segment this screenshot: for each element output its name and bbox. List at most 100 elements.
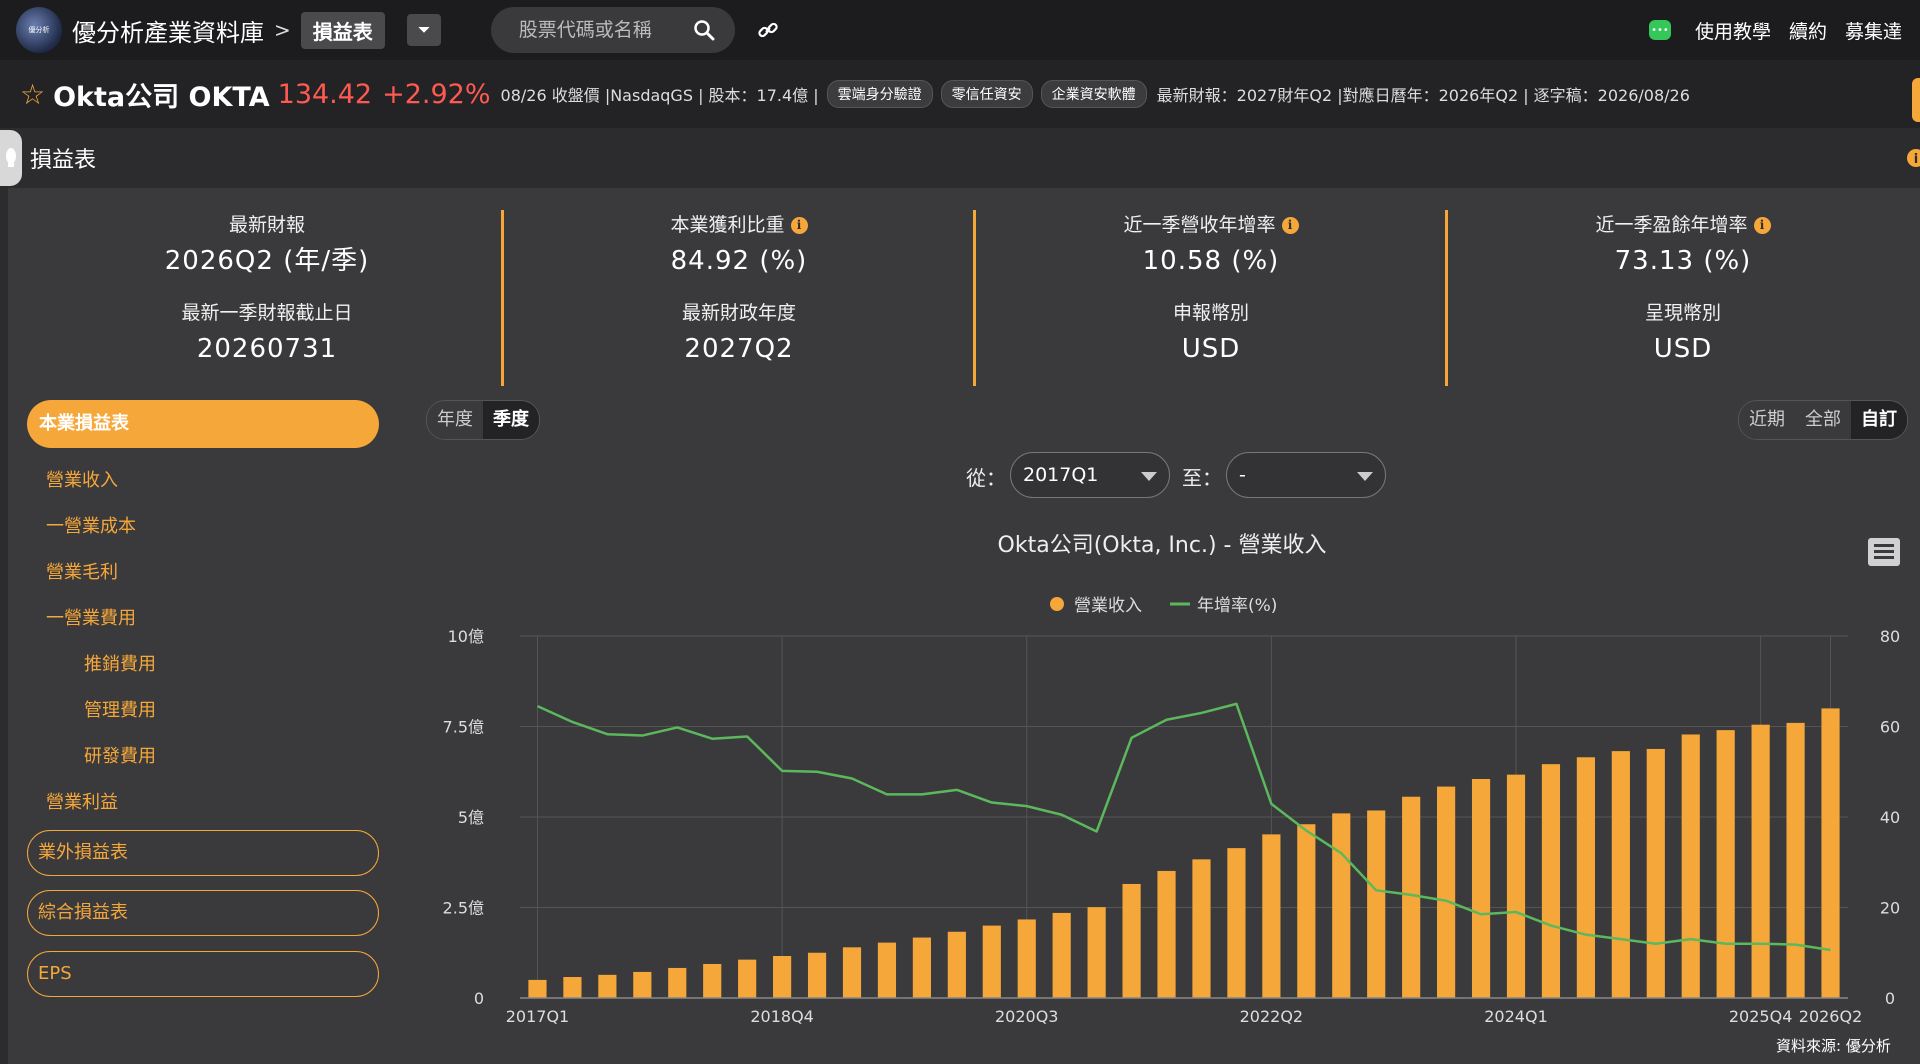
- svg-text:i: i: [1914, 152, 1918, 167]
- revenue-bar[interactable]: [842, 947, 862, 998]
- line-chat-icon[interactable]: •••: [1648, 20, 1671, 40]
- nav-eps[interactable]: EPS: [27, 951, 379, 997]
- stat-value: USD: [1653, 334, 1713, 364]
- industry-tag[interactable]: 零信任資安: [940, 80, 1033, 108]
- star-icon[interactable]: ☆: [20, 78, 45, 111]
- stat-label: 近一季盈餘年增率 i: [1448, 210, 1918, 240]
- side-panel-toggle[interactable]: [0, 130, 22, 186]
- revenue-bar[interactable]: [807, 952, 827, 998]
- y-left-tick-label: 2.5億: [443, 899, 484, 918]
- nav-item-gross-profit[interactable]: 營業毛利: [46, 558, 118, 584]
- revenue-bar[interactable]: [703, 963, 722, 998]
- brand-name[interactable]: 優分析產業資料庫: [72, 13, 264, 48]
- nav-item-operating-income[interactable]: 營業利益: [46, 788, 118, 814]
- revenue-bar[interactable]: [877, 942, 897, 998]
- breadcrumb-dropdown-button[interactable]: [406, 14, 441, 46]
- revenue-bar[interactable]: [668, 967, 687, 998]
- breadcrumb-current[interactable]: 損益表: [300, 11, 385, 49]
- revenue-bar[interactable]: [1017, 919, 1036, 998]
- stat-label: 近一季營收年增率 i: [976, 210, 1446, 240]
- revenue-bar[interactable]: [1332, 813, 1351, 998]
- stock-change: +2.92%: [382, 78, 491, 110]
- info-icon[interactable]: i: [1906, 148, 1920, 168]
- info-icon[interactable]: i: [1281, 217, 1299, 234]
- search-icon[interactable]: [693, 19, 715, 41]
- revenue-bar[interactable]: [1227, 848, 1246, 998]
- info-icon[interactable]: i: [1753, 217, 1771, 234]
- y-right-tick-label: 0: [1885, 989, 1895, 1008]
- period-quarterly-button[interactable]: 季度: [483, 401, 539, 439]
- link-icon[interactable]: [757, 19, 779, 41]
- search-input[interactable]: [516, 18, 691, 42]
- stat-value: 2027Q2: [684, 334, 794, 364]
- nav-item-cost[interactable]: 一營業成本: [46, 512, 136, 538]
- revenue-bar[interactable]: [1402, 796, 1421, 998]
- nav-item-selling-expense[interactable]: 推銷費用: [84, 650, 156, 676]
- revenue-bar[interactable]: [773, 956, 792, 998]
- period-annual-button[interactable]: 年度: [427, 401, 483, 439]
- revenue-bar[interactable]: [1681, 734, 1700, 998]
- stat-value: 10.58 (%): [1142, 246, 1280, 276]
- revenue-bar[interactable]: [1192, 859, 1211, 998]
- revenue-bar[interactable]: [1052, 912, 1071, 998]
- revenue-bar[interactable]: [1716, 730, 1735, 998]
- breadcrumb-separator: >: [274, 18, 291, 42]
- revenue-bar[interactable]: [912, 937, 931, 998]
- revenue-bar[interactable]: [1087, 907, 1106, 998]
- from-select[interactable]: 2017Q1: [1010, 452, 1170, 498]
- industry-tag[interactable]: 企業資安軟體: [1040, 80, 1147, 108]
- revenue-bar[interactable]: [598, 974, 617, 998]
- revenue-bar[interactable]: [1611, 751, 1630, 998]
- nav-item-rd-expense[interactable]: 研發費用: [84, 742, 156, 768]
- chart-menu-icon[interactable]: [1868, 538, 1900, 566]
- info-icon[interactable]: i: [790, 217, 808, 234]
- revenue-bar[interactable]: [1541, 764, 1561, 998]
- nav-item-revenue[interactable]: 營業收入: [46, 466, 118, 492]
- revenue-bar[interactable]: [1786, 722, 1805, 998]
- growth-rate-line[interactable]: [536, 702, 1831, 952]
- revenue-bar[interactable]: [1751, 724, 1770, 998]
- period-toggle: 年度 季度: [426, 400, 540, 440]
- revenue-bar[interactable]: [738, 959, 757, 998]
- revenue-bar[interactable]: [1297, 824, 1316, 998]
- range-recent-button[interactable]: 近期: [1739, 401, 1795, 439]
- revenue-bar[interactable]: [1157, 870, 1176, 998]
- nav-item-operating-expense[interactable]: 一營業費用: [46, 604, 136, 630]
- revenue-bar[interactable]: [563, 977, 582, 998]
- revenue-bar[interactable]: [982, 925, 1001, 998]
- stock-search: [490, 7, 735, 53]
- to-label: 至：: [1182, 466, 1222, 490]
- stat-label-text: 近一季營收年增率: [1123, 214, 1276, 236]
- fundraise-link[interactable]: 募集達: [1845, 17, 1902, 44]
- revenue-bar[interactable]: [1646, 748, 1665, 998]
- stat-label: 最新財政年度: [681, 302, 796, 324]
- nav-item-admin-expense[interactable]: 管理費用: [84, 696, 156, 722]
- industry-tag[interactable]: 雲端身分驗證: [826, 80, 933, 108]
- nav-comprehensive-income[interactable]: 綜合損益表: [27, 890, 379, 936]
- right-panel-handle[interactable]: [1912, 78, 1920, 122]
- revenue-bar[interactable]: [528, 979, 547, 998]
- revenue-bar[interactable]: [947, 931, 966, 998]
- nav-non-operating[interactable]: 業外損益表: [27, 830, 379, 876]
- revenue-bar[interactable]: [1576, 757, 1595, 998]
- stat-value: 2026Q2 (年/季): [164, 246, 370, 276]
- revenue-bar[interactable]: [1506, 774, 1526, 998]
- range-all-button[interactable]: 全部: [1795, 401, 1851, 439]
- to-select[interactable]: -: [1226, 452, 1386, 498]
- renew-link[interactable]: 續約: [1789, 17, 1827, 44]
- stat-label: 申報幣別: [1172, 302, 1249, 324]
- range-custom-button[interactable]: 自訂: [1851, 401, 1907, 439]
- x-tick-label: 2018Q4: [750, 1007, 814, 1026]
- revenue-bar[interactable]: [633, 971, 652, 998]
- stock-name: Okta公司 OKTA: [53, 81, 270, 113]
- nav-core-income-statement[interactable]: 本業損益表: [27, 400, 379, 448]
- revenue-bar[interactable]: [1437, 786, 1456, 998]
- brand-logo[interactable]: 優分析: [16, 7, 62, 53]
- stat-value: 73.13 (%): [1614, 246, 1752, 276]
- revenue-bar[interactable]: [1821, 708, 1840, 998]
- revenue-bar[interactable]: [1262, 834, 1281, 998]
- revenue-bar[interactable]: [1122, 883, 1141, 998]
- revenue-bar[interactable]: [1471, 778, 1491, 998]
- revenue-bar[interactable]: [1367, 810, 1386, 998]
- tutorial-link[interactable]: 使用教學: [1695, 17, 1771, 44]
